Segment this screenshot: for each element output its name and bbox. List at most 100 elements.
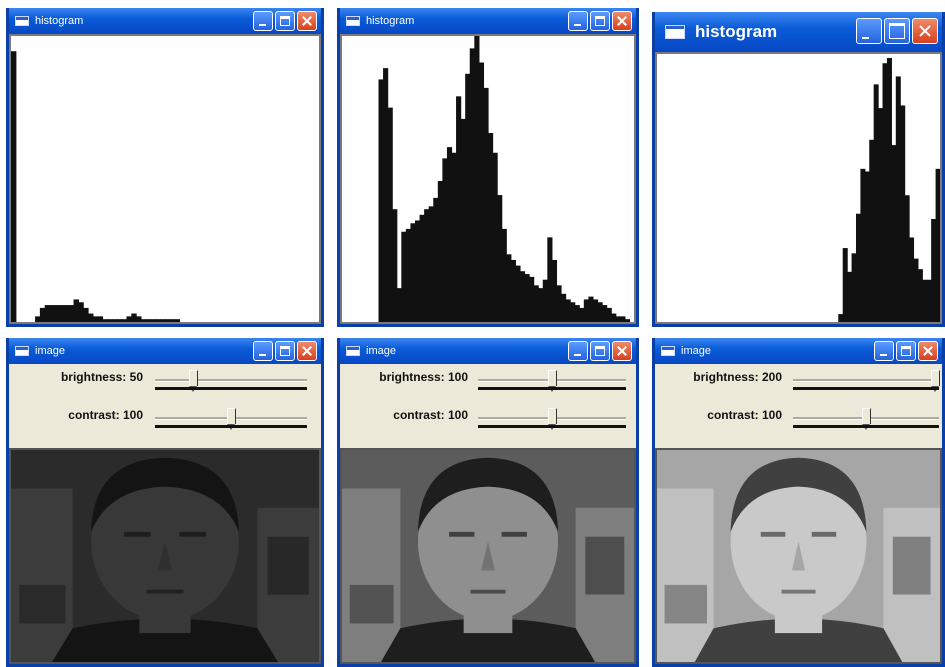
brightness-slider[interactable] (478, 370, 626, 392)
window-icon (661, 346, 675, 356)
brightness-slider[interactable] (155, 370, 307, 392)
brightness-label: brightness: 50 (60, 370, 143, 384)
mouth (146, 589, 184, 594)
mouth (781, 589, 816, 594)
image-window-1-titlebar[interactable]: image (9, 338, 321, 364)
histogram-bar (873, 84, 879, 322)
histogram-window-1-titlebar[interactable]: histogram (9, 8, 321, 34)
histogram-bar (424, 209, 430, 322)
minimize-button[interactable] (253, 341, 273, 361)
histogram-bar (895, 76, 901, 322)
maximize-button[interactable] (275, 341, 295, 361)
histogram-bar (551, 259, 558, 322)
histogram-bar (556, 285, 562, 322)
maximize-button[interactable] (896, 341, 916, 361)
brightness-slider-thumb[interactable] (189, 370, 198, 392)
brightness-label: brightness: 200 (693, 370, 782, 384)
histogram-plot (838, 57, 940, 322)
window-icon (665, 25, 685, 39)
histogram-bar (92, 316, 99, 322)
office-window (267, 536, 309, 595)
contrast-label: contrast: 100 (707, 408, 782, 422)
histogram-window-3: histogram (652, 12, 945, 327)
histogram-bar (501, 228, 507, 322)
maximize-button[interactable] (590, 11, 610, 31)
minimize-button[interactable] (856, 18, 882, 44)
histogram-bar (524, 274, 530, 322)
close-button[interactable] (918, 341, 938, 361)
histogram-window-3-titlebar[interactable]: histogram (655, 12, 942, 52)
histogram-bar (396, 288, 402, 322)
histogram-bar (39, 307, 46, 322)
histogram-bar (878, 108, 884, 322)
close-button[interactable] (297, 341, 317, 361)
contrast-slider-thumb[interactable] (862, 408, 871, 430)
histogram-bar (624, 319, 631, 322)
office-equipment (19, 584, 66, 624)
contrast-slider[interactable] (478, 408, 626, 430)
brightness-slider-thumb[interactable] (548, 370, 557, 392)
close-button[interactable] (297, 11, 317, 31)
histogram-window-2-titlebar[interactable]: histogram (340, 8, 636, 34)
face-photo (340, 448, 636, 664)
window-icon (346, 346, 360, 356)
office-wall-left (657, 488, 714, 662)
histogram-bar (387, 107, 393, 322)
histogram-bar (913, 258, 919, 322)
histogram-bar (405, 228, 412, 322)
window-title: image (681, 345, 711, 357)
trackbar-panel: brightness: 200 contrast: 100 (655, 364, 942, 448)
contrast-label: contrast: 100 (393, 408, 468, 422)
contrast-slider[interactable] (155, 408, 307, 430)
close-button[interactable] (912, 18, 938, 44)
brightness-slider-thumb[interactable] (931, 370, 940, 392)
histogram-bar (165, 319, 171, 322)
histogram-bar (561, 293, 567, 322)
histogram-bar (155, 319, 161, 322)
histogram-bar (882, 63, 888, 322)
histogram-bar (597, 302, 603, 322)
histogram-plot-area (340, 34, 636, 324)
histogram-plot (378, 36, 631, 322)
histogram-bar (506, 254, 512, 322)
histogram-bar (615, 316, 621, 322)
histogram-bar (574, 305, 580, 322)
contrast-slider-thumb[interactable] (227, 408, 236, 430)
image-window-3-titlebar[interactable]: image (655, 338, 942, 364)
window-icon (346, 16, 360, 26)
contrast-slider[interactable] (793, 408, 939, 430)
contrast-slider-thumb[interactable] (548, 408, 557, 430)
maximize-button[interactable] (884, 18, 910, 44)
contrast-label: contrast: 100 (68, 408, 143, 422)
histogram-bar (446, 147, 453, 322)
trackbar-panel: brightness: 100 contrast: 100 (340, 364, 636, 448)
minimize-button[interactable] (568, 11, 588, 31)
histogram-bar (886, 57, 892, 322)
histogram-bar (140, 319, 147, 322)
histogram-bar (150, 319, 156, 322)
trackbar-panel: brightness: 50 contrast: 100 (9, 364, 321, 448)
histogram-bar (529, 276, 535, 322)
maximize-button[interactable] (275, 11, 295, 31)
close-button[interactable] (612, 11, 632, 31)
brightness-slider[interactable] (793, 370, 940, 392)
minimize-button[interactable] (568, 341, 588, 361)
histogram-bar (97, 316, 104, 322)
histogram-bar (11, 51, 17, 322)
face-photo (9, 448, 321, 664)
brightness-label: brightness: 100 (379, 370, 468, 384)
histogram-bar (145, 319, 152, 322)
office-window (585, 536, 625, 595)
left-eye (449, 531, 475, 537)
histogram-bar (515, 265, 521, 322)
maximize-button[interactable] (590, 341, 610, 361)
histogram-bar (542, 279, 548, 322)
histogram-bar (401, 231, 407, 322)
close-button[interactable] (612, 341, 632, 361)
right-eye (501, 531, 527, 537)
minimize-button[interactable] (253, 11, 273, 31)
window-title: histogram (695, 22, 778, 41)
histogram-bar (383, 68, 389, 322)
minimize-button[interactable] (874, 341, 894, 361)
image-window-2-titlebar[interactable]: image (340, 338, 636, 364)
